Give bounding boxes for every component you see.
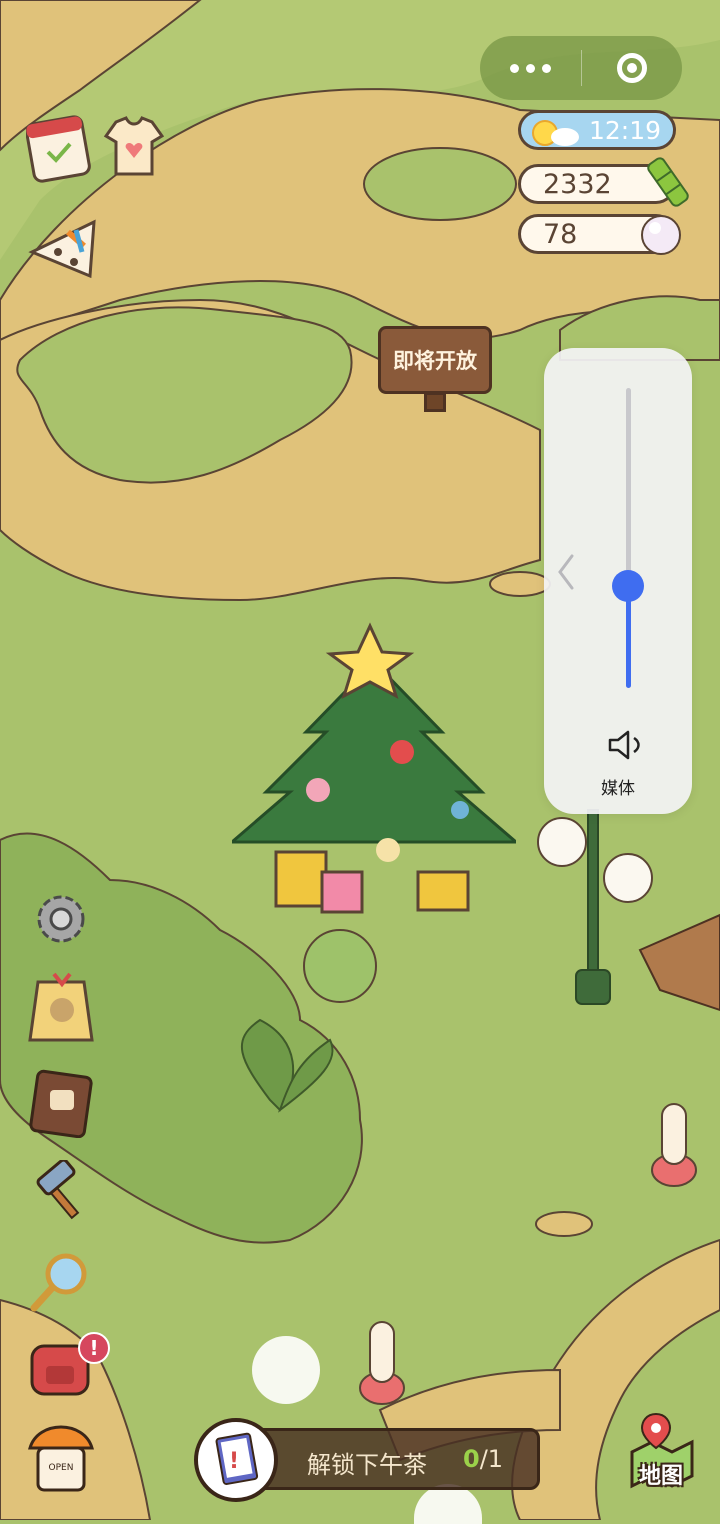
svg-text:!: !: [229, 1449, 239, 1474]
bamboo-count: 2332: [543, 168, 612, 200]
christmas-tree[interactable]: [232, 622, 516, 918]
task-document-icon: !: [215, 1432, 259, 1485]
speaker-icon[interactable]: [606, 728, 648, 762]
chevron-left-icon[interactable]: [556, 552, 576, 592]
gift-tag-icon[interactable]: [24, 970, 98, 1046]
volume-label: 媒体: [601, 779, 635, 799]
time-weather-pill[interactable]: 12:19: [518, 110, 676, 150]
pizza-icon[interactable]: [24, 212, 104, 284]
shop-open-sign: OPEN: [49, 1463, 74, 1473]
mini-program-capsule: [480, 36, 682, 100]
touch-indicator: [252, 1336, 320, 1404]
volume-panel: 媒体: [544, 348, 692, 814]
close-button[interactable]: [582, 36, 683, 100]
task-icon[interactable]: !: [194, 1418, 278, 1502]
more-button[interactable]: [480, 36, 581, 100]
pearl-icon: [641, 215, 681, 255]
calendar-icon[interactable]: [26, 112, 92, 184]
shop-house-icon[interactable]: OPEN: [24, 1414, 98, 1498]
sign-post: [424, 392, 446, 412]
volume-slider-thumb[interactable]: [612, 570, 644, 602]
sun-cloud-icon: [532, 120, 579, 146]
pearl-counter[interactable]: 78: [518, 214, 681, 255]
magnifier-icon[interactable]: [26, 1248, 92, 1314]
task-progress: 0/1: [463, 1445, 503, 1473]
clock-time: 12:19: [588, 115, 661, 145]
task-label: 解锁下午茶: [307, 1451, 427, 1479]
task-progress-done: 0: [463, 1445, 480, 1473]
bamboo-counter[interactable]: 2332: [518, 157, 689, 207]
more-dots-icon: [509, 63, 551, 73]
map-button-label: 地图: [638, 1464, 683, 1489]
target-circle-icon: [616, 53, 647, 83]
hammer-icon[interactable]: [30, 1160, 92, 1222]
coming-soon-sign[interactable]: 即将开放: [378, 326, 492, 394]
llama-character[interactable]: [356, 1314, 412, 1414]
task-progress-total: /1: [479, 1445, 504, 1473]
gear-icon[interactable]: [30, 888, 92, 950]
pearl-count: 78: [543, 218, 578, 250]
tshirt-icon[interactable]: [102, 114, 164, 180]
notification-badge: !: [78, 1332, 110, 1364]
bamboo-icon: [647, 157, 689, 207]
llama-character[interactable]: [648, 1094, 704, 1194]
recipe-book-icon[interactable]: [28, 1068, 94, 1138]
